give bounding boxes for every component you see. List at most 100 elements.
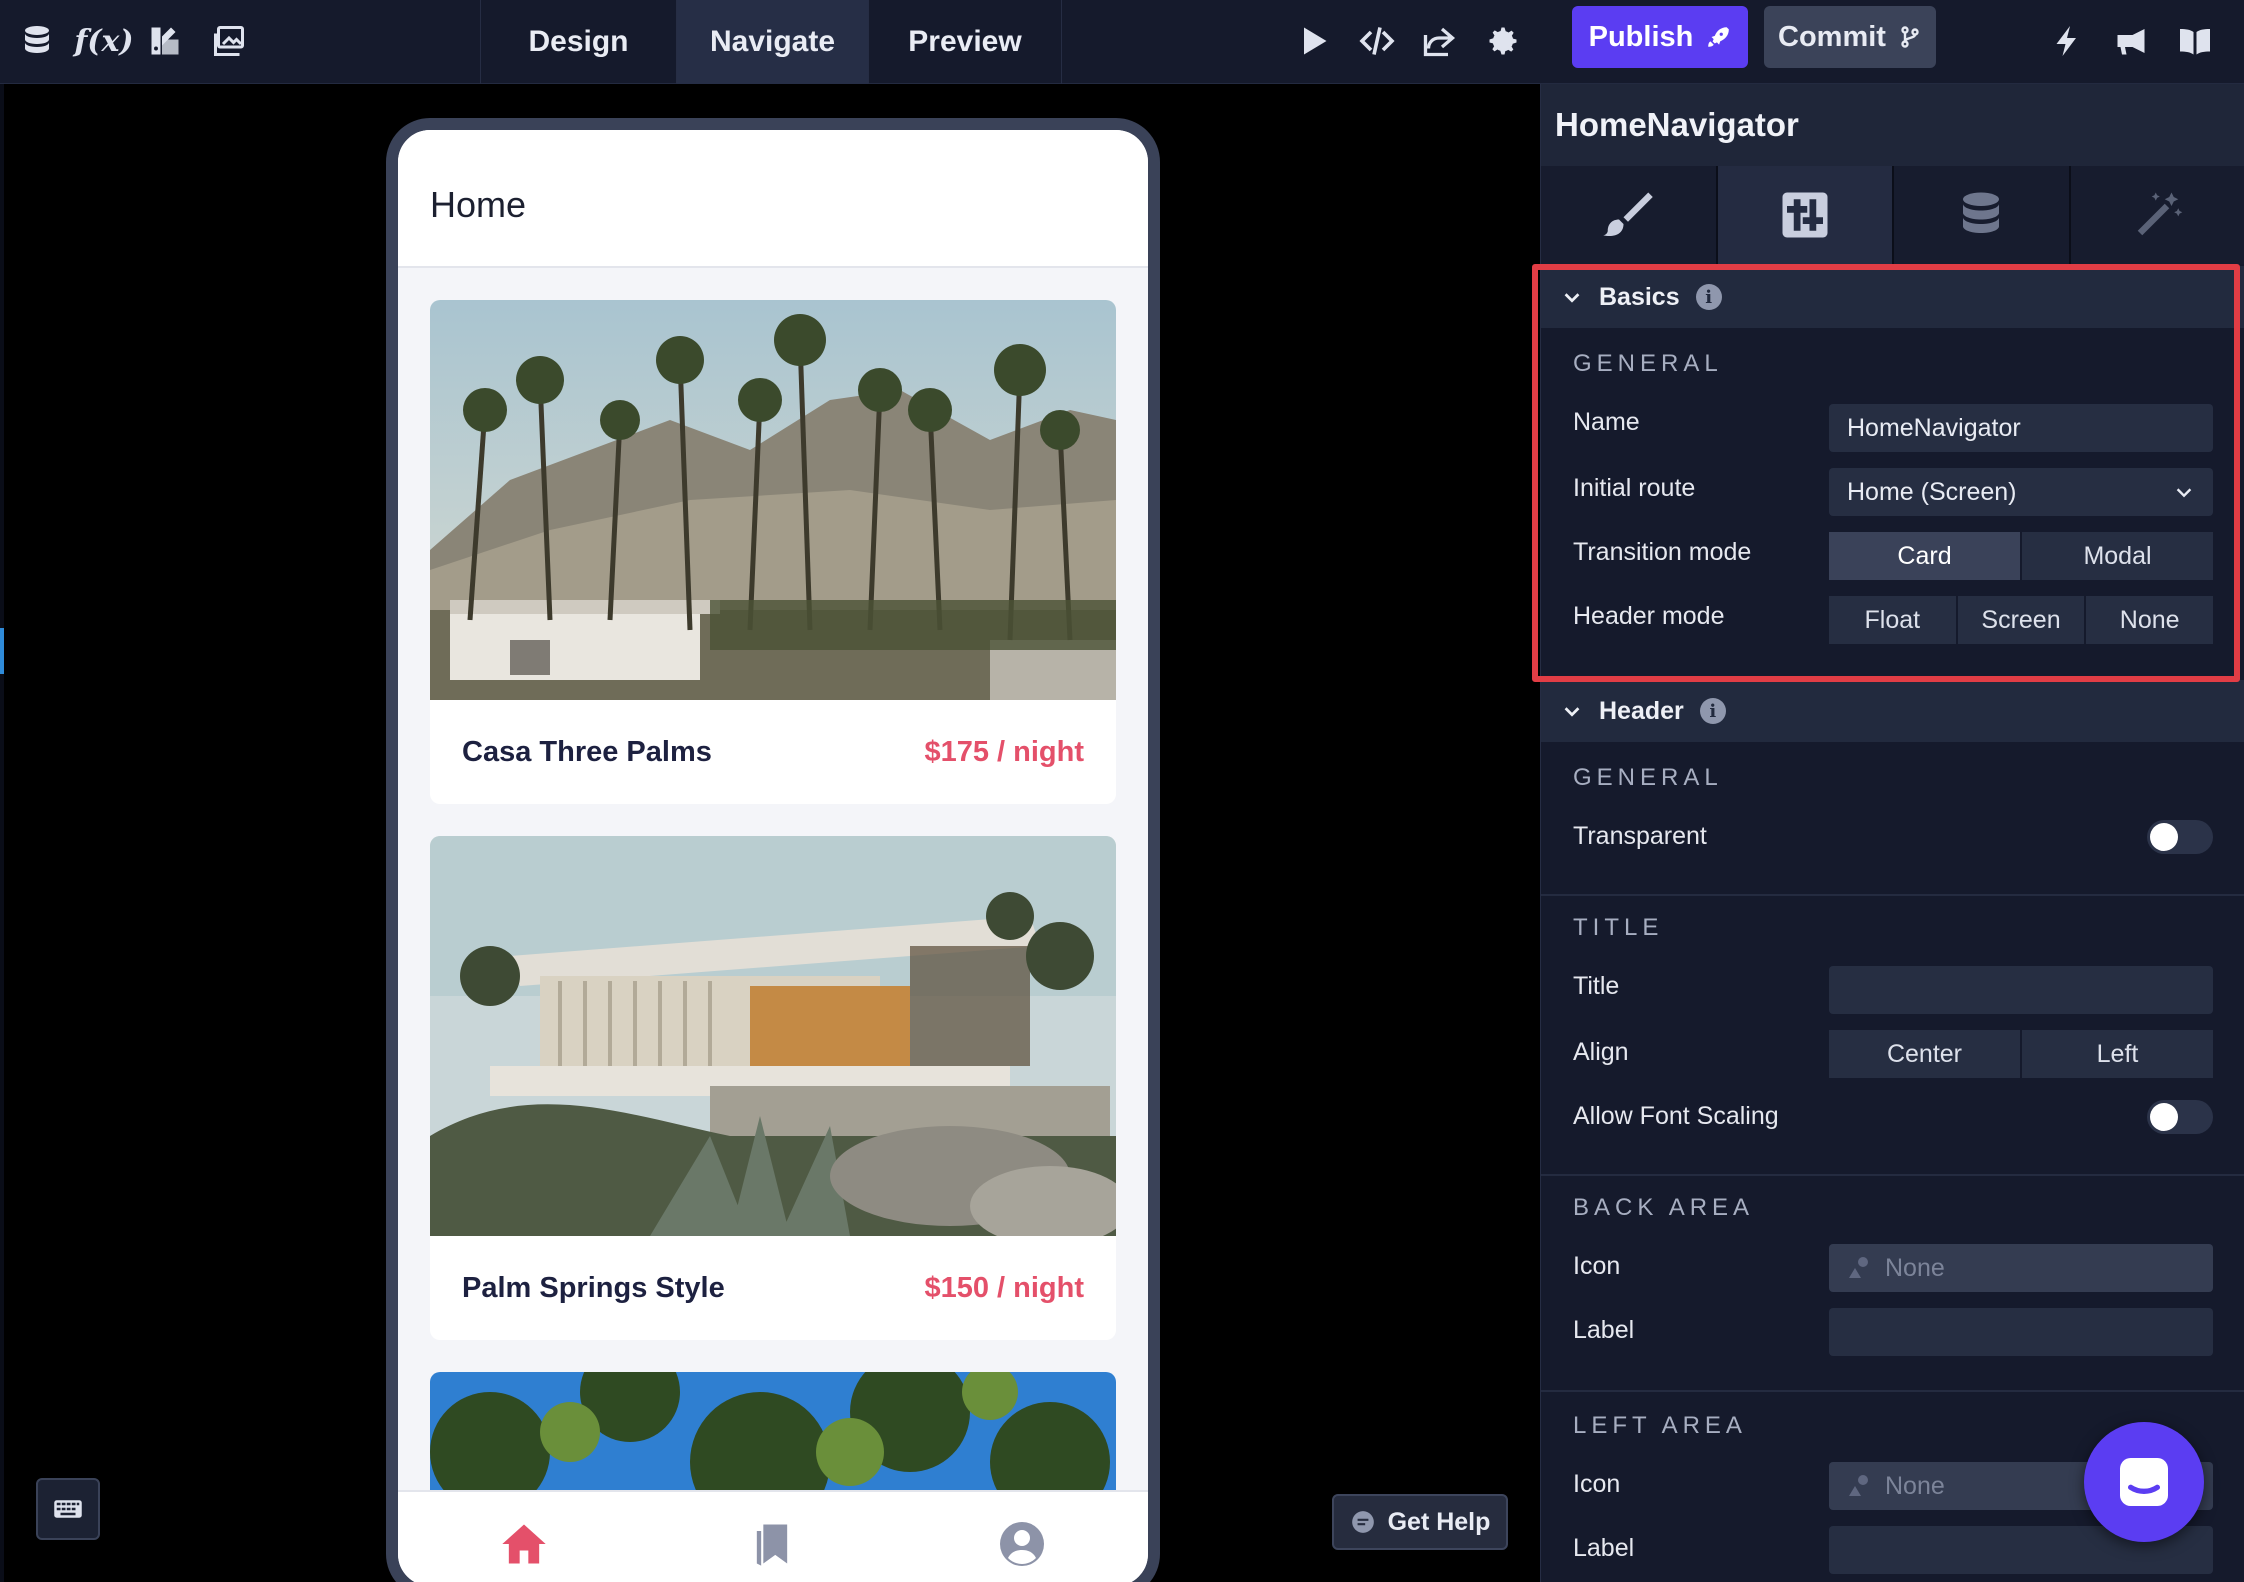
font-scaling-label: Allow Font Scaling	[1573, 1102, 1779, 1130]
top-toolbar: f(x) Design Navigate Preview Publish Com…	[0, 0, 2244, 84]
section-divider	[1541, 1390, 2244, 1392]
commit-button[interactable]: Commit	[1764, 6, 1936, 68]
align-label: Align	[1573, 1038, 1629, 1066]
listing-card[interactable]: Palm Springs Style $150 / night	[430, 836, 1116, 1340]
listing-price: $150 / night	[924, 1271, 1084, 1304]
info-icon[interactable]: i	[1699, 698, 1726, 724]
function-icon[interactable]: f(x)	[74, 18, 133, 64]
listing-image	[430, 1372, 1116, 1492]
header-mode-option-none[interactable]: None	[2086, 596, 2214, 644]
lightning-icon[interactable]	[2044, 18, 2090, 64]
chat-launcher-button[interactable]	[2084, 1422, 2204, 1542]
keyboard-shortcuts-button[interactable]	[36, 1478, 100, 1540]
panel-tabs	[1541, 166, 2244, 264]
chevron-down-icon	[2176, 488, 2192, 498]
bookmark-icon[interactable]	[742, 1514, 802, 1574]
header-mode-option-float[interactable]: Float	[1829, 596, 1956, 644]
paint-icon[interactable]	[142, 18, 188, 64]
transition-option-card[interactable]: Card	[1829, 532, 2020, 580]
initial-route-value: Home (Screen)	[1847, 477, 2017, 506]
gear-icon[interactable]	[1480, 18, 1526, 64]
font-scaling-toggle[interactable]	[2147, 1100, 2213, 1134]
back-icon-value: None	[1885, 1253, 1945, 1282]
shapes-icon	[1849, 1257, 1868, 1278]
initial-route-select[interactable]: Home (Screen)	[1829, 468, 2213, 516]
play-icon[interactable]	[1290, 18, 1336, 64]
group-label-general: GENERAL	[1573, 350, 1723, 377]
transparent-toggle[interactable]	[2147, 820, 2213, 854]
listing-price: $175 / night	[924, 735, 1084, 768]
image-icon[interactable]	[206, 18, 252, 64]
brush-icon	[1603, 192, 1653, 237]
left-label-label: Label	[1573, 1534, 1635, 1562]
rocket-icon	[1708, 27, 1730, 47]
phone-preview: Home Casa Three Palms $175 / night Palm …	[386, 118, 1160, 1582]
profile-icon[interactable]	[992, 1514, 1052, 1574]
name-label: Name	[1573, 408, 1640, 436]
screen-header: Home	[398, 130, 1148, 268]
back-icon-label: Icon	[1573, 1252, 1621, 1280]
properties-panel: HomeNavigator Basics i GENERAL Name Home…	[1540, 84, 2244, 1582]
header-mode-toggle: Float Screen None	[1829, 596, 2214, 644]
book-icon[interactable]	[2172, 18, 2218, 64]
name-input[interactable]: HomeNavigator	[1829, 404, 2213, 452]
back-label-input[interactable]	[1829, 1308, 2213, 1356]
magic-wand-icon	[2137, 192, 2183, 236]
shapes-icon	[1849, 1475, 1868, 1496]
transition-mode-toggle: Card Modal	[1829, 532, 2213, 580]
tab-design[interactable]: Design	[480, 0, 676, 84]
chat-icon	[1351, 1511, 1374, 1533]
listing-name: Casa Three Palms	[462, 735, 712, 768]
transition-option-modal[interactable]: Modal	[2022, 532, 2213, 580]
section-divider	[1541, 1174, 2244, 1176]
megaphone-icon[interactable]	[2108, 18, 2154, 64]
tab-preview[interactable]: Preview	[868, 0, 1062, 84]
bottom-tab-bar	[398, 1490, 1148, 1582]
publish-button[interactable]: Publish	[1572, 6, 1748, 68]
left-edge	[0, 84, 4, 1582]
code-icon[interactable]	[1354, 18, 1400, 64]
chat-icon	[2120, 1458, 2168, 1506]
group-label-general: GENERAL	[1573, 764, 1723, 791]
initial-route-label: Initial route	[1573, 474, 1696, 502]
commit-label: Commit	[1778, 20, 1886, 53]
publish-label: Publish	[1588, 20, 1694, 53]
header-mode-label: Header mode	[1573, 602, 1725, 630]
listing-footer: Casa Three Palms $175 / night	[430, 700, 1116, 804]
home-icon[interactable]	[494, 1514, 554, 1574]
left-icon-value: None	[1885, 1471, 1945, 1500]
listing-card[interactable]	[430, 1372, 1116, 1492]
title-input[interactable]	[1829, 966, 2213, 1014]
transition-mode-label: Transition mode	[1573, 538, 1752, 566]
config-icon	[1782, 192, 1828, 238]
app-root: f(x) Design Navigate Preview Publish Com…	[0, 0, 2244, 1582]
listing-image	[430, 300, 1116, 700]
branch-icon	[1901, 26, 1919, 48]
align-toggle: Center Left	[1829, 1030, 2213, 1078]
chevron-down-icon	[1564, 707, 1580, 717]
back-icon-picker[interactable]: None	[1829, 1244, 2213, 1292]
info-icon[interactable]: i	[1695, 284, 1722, 310]
get-help-label: Get Help	[1387, 1507, 1491, 1536]
basics-section-header[interactable]: Basics i	[1541, 266, 2244, 328]
transparent-label: Transparent	[1573, 822, 1707, 850]
header-section-header[interactable]: Header i	[1541, 680, 2244, 742]
listing-card[interactable]: Casa Three Palms $175 / night	[430, 300, 1116, 804]
database-icon[interactable]	[14, 18, 60, 64]
header-mode-option-screen[interactable]: Screen	[1957, 596, 2085, 644]
get-help-button[interactable]: Get Help	[1332, 1494, 1508, 1550]
back-label-label: Label	[1573, 1316, 1635, 1344]
section-divider	[1541, 894, 2244, 896]
title-label: Title	[1573, 972, 1620, 1000]
scroll-indicator[interactable]	[0, 628, 4, 674]
align-option-center[interactable]: Center	[1829, 1030, 2020, 1078]
database-icon	[1963, 192, 2000, 233]
tab-interactions[interactable]	[2070, 166, 2244, 264]
align-option-left[interactable]: Left	[2022, 1030, 2213, 1078]
tab-style[interactable]	[1541, 166, 1718, 264]
tab-navigate[interactable]: Navigate	[676, 0, 868, 84]
share-icon[interactable]	[1416, 18, 1462, 64]
tab-data[interactable]	[1894, 166, 2071, 264]
tab-config[interactable]	[1717, 166, 1894, 264]
group-label-left-area: LEFT AREA	[1573, 1412, 1747, 1439]
